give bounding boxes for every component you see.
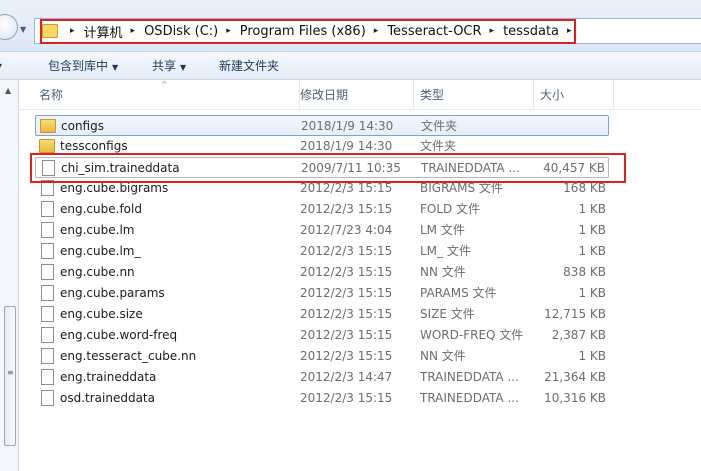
file-size: 12,715 KB	[544, 307, 606, 321]
column-header-type[interactable]: 类型	[414, 80, 534, 110]
folder-icon	[40, 119, 56, 133]
chevron-down-icon: ▼	[112, 63, 119, 72]
file-modified-date: 2012/2/3 15:15	[300, 202, 393, 216]
file-type: TRAINEDDATA ...	[420, 391, 519, 405]
file-size: 838 KB	[563, 265, 606, 279]
include-in-library-label: 包含到库中	[48, 59, 109, 73]
file-row[interactable]: eng.cube.size 2012/2/3 15:15 SIZE 文件 12,715…	[35, 304, 609, 325]
file-modified-date: 2012/7/23 4:04	[300, 223, 393, 237]
file-type: FOLD 文件	[420, 202, 481, 216]
file-row[interactable]: eng.cube.lm_ 2012/2/3 15:15 LM_ 文件 1 KB	[35, 241, 609, 262]
file-modified-date: 2012/2/3 14:47	[300, 370, 393, 384]
column-header-row: 名称 ^ 修改日期 类型 大小	[19, 80, 701, 110]
file-row[interactable]: osd.traineddata 2012/2/3 15:15 TRAINEDDATA…	[35, 388, 609, 409]
file-type: LM 文件	[420, 223, 465, 237]
command-bar: ▾ 包含到库中▼ 共享▼ 新建文件夹	[0, 52, 701, 80]
file-name: eng.tesseract_cube.nn	[60, 349, 197, 363]
file-icon	[41, 306, 54, 322]
file-modified-date: 2012/2/3 15:15	[300, 307, 393, 321]
file-name: eng.cube.lm	[60, 223, 135, 237]
file-row[interactable]: eng.cube.lm 2012/7/23 4:04 LM 文件 1 KB	[35, 220, 609, 241]
file-type: TRAINEDDATA ...	[420, 370, 519, 384]
file-icon	[41, 390, 54, 406]
file-row[interactable]: eng.cube.word-freq 2012/2/3 15:15 WORD-FRE…	[35, 325, 609, 346]
file-icon	[41, 243, 54, 259]
file-type: NN 文件	[420, 265, 466, 279]
file-icon	[41, 369, 54, 385]
scroll-up-icon[interactable]: ▲	[5, 86, 11, 95]
file-size: 1 KB	[578, 202, 606, 216]
file-modified-date: 2012/2/3 15:15	[300, 244, 393, 258]
include-in-library-button[interactable]: 包含到库中 ▼	[48, 52, 118, 80]
file-type: SIZE 文件	[420, 307, 475, 321]
file-modified-date: 2012/2/3 15:15	[300, 286, 393, 300]
recent-pages-dropdown-icon[interactable]: ▼	[20, 26, 30, 34]
file-icon	[41, 327, 54, 343]
file-row[interactable]: eng.cube.nn 2012/2/3 15:15 NN 文件 838 KB	[35, 262, 609, 283]
folder-icon	[39, 139, 55, 153]
file-size: 2,387 KB	[551, 328, 606, 342]
file-icon	[41, 264, 54, 280]
file-size: 10,316 KB	[544, 391, 606, 405]
file-name: eng.cube.lm_	[60, 244, 141, 258]
sort-ascending-icon: ^	[161, 80, 168, 89]
file-modified-date: 2018/1/9 14:30	[301, 119, 394, 133]
file-modified-date: 2012/2/3 15:15	[300, 265, 393, 279]
file-name: eng.cube.word-freq	[60, 328, 178, 342]
file-size: 1 KB	[578, 349, 606, 363]
file-size: 1 KB	[578, 286, 606, 300]
file-type: 文件夹	[421, 119, 458, 133]
file-type: NN 文件	[420, 349, 466, 363]
file-row[interactable]: eng.tesseract_cube.nn 2012/2/3 15:15 NN 文件…	[35, 346, 609, 367]
file-modified-date: 2012/2/3 15:15	[300, 328, 393, 342]
file-size: 1 KB	[578, 244, 606, 258]
file-name: eng.cube.fold	[60, 202, 142, 216]
file-name: eng.cube.nn	[60, 265, 135, 279]
file-icon	[41, 222, 54, 238]
scroll-grip-icon: ≡	[7, 368, 14, 377]
chevron-down-icon: ▼	[180, 63, 187, 72]
file-name: osd.traineddata	[60, 391, 155, 405]
file-type: PARAMS 文件	[420, 286, 497, 300]
file-icon	[41, 285, 54, 301]
share-button[interactable]: 共享 ▼	[152, 52, 186, 80]
file-type: WORD-FREQ 文件	[420, 328, 524, 342]
new-folder-button[interactable]: 新建文件夹	[219, 52, 279, 80]
row-annotation-box	[30, 153, 626, 183]
organize-menu-arrow-icon[interactable]: ▾	[0, 52, 2, 80]
file-icon	[41, 348, 54, 364]
scrollbar-thumb[interactable]: ≡	[4, 306, 16, 446]
file-name: configs	[61, 119, 104, 133]
file-modified-date: 2012/2/3 15:15	[300, 349, 393, 363]
share-label: 共享	[152, 59, 177, 73]
file-row[interactable]: eng.traineddata 2012/2/3 14:47 TRAINEDDATA…	[35, 367, 609, 388]
file-modified-date: 2012/2/3 15:15	[300, 391, 393, 405]
file-size: 1 KB	[578, 223, 606, 237]
file-name: eng.cube.params	[60, 286, 165, 300]
file-row[interactable]: eng.cube.params 2012/2/3 15:15 PARAMS 文件 1 …	[35, 283, 609, 304]
file-row[interactable]: eng.cube.fold 2012/2/3 15:15 FOLD 文件 1 KB	[35, 199, 609, 220]
file-name: eng.cube.size	[60, 307, 143, 321]
file-size: 21,364 KB	[544, 370, 606, 384]
column-header-modified[interactable]: 修改日期	[294, 80, 414, 110]
file-row[interactable]: configs 2018/1/9 14:30 文件夹	[35, 115, 609, 136]
navigation-pane: ▲ ≡	[0, 80, 19, 471]
file-type: LM_ 文件	[420, 244, 471, 258]
column-header-size[interactable]: 大小	[534, 80, 614, 110]
file-icon	[41, 201, 54, 217]
address-annotation-box	[40, 19, 576, 44]
file-name: eng.traineddata	[60, 370, 157, 384]
